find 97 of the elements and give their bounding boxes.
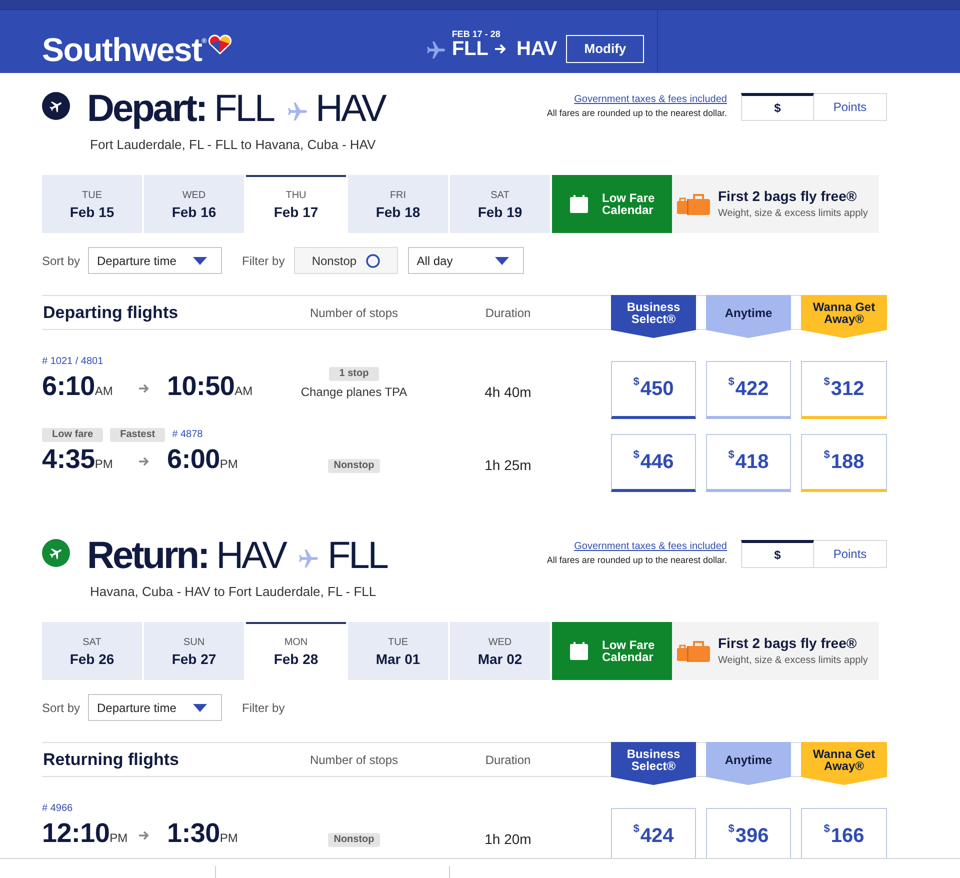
duration-text: 4h 40m bbox=[484, 384, 532, 400]
filter-label: Filter by bbox=[242, 254, 285, 268]
column-header: Number of stops bbox=[310, 306, 398, 320]
fees-link[interactable]: Government taxes & fees included bbox=[574, 540, 727, 553]
fare-button[interactable]: $422 bbox=[706, 361, 791, 419]
fare-button[interactable]: $450 bbox=[611, 361, 696, 419]
suitcase-icon bbox=[677, 193, 710, 215]
fees-link[interactable]: Government taxes & fees included bbox=[574, 93, 727, 106]
date-tab[interactable]: WED Feb 16 bbox=[144, 175, 244, 233]
route-description: Fort Lauderdale, FL - FLL to Havana, Cuba - HAV bbox=[90, 137, 377, 153]
sort-dropdown[interactable]: Departure time bbox=[88, 247, 222, 274]
fare-button[interactable]: $166 bbox=[801, 808, 887, 858]
departure-time: 6:10AM bbox=[42, 370, 113, 402]
heart-logo-icon bbox=[208, 34, 232, 55]
flight-tag: Low fare bbox=[42, 428, 104, 442]
arrival-time: 6:00PM bbox=[167, 444, 238, 476]
stops-tag: Nonstop bbox=[328, 459, 380, 473]
brand-logo[interactable]: Southwest$^{®}$ bbox=[42, 24, 207, 68]
sort-label: Sort by bbox=[42, 700, 80, 714]
low-fare-calendar-button[interactable]: Low Fare Calendar bbox=[552, 622, 672, 680]
connection-text: Change planes TPA bbox=[300, 385, 408, 400]
column-header: Number of stops bbox=[310, 752, 398, 766]
time-of-day-dropdown[interactable]: All day bbox=[408, 247, 524, 274]
fees-note: All fares are rounded up to the nearest dollar. bbox=[546, 554, 727, 566]
fare-class-header: Anytime bbox=[706, 295, 791, 338]
promo-title: First 2 bags fly free® bbox=[718, 188, 858, 205]
origin-code: FLL bbox=[214, 87, 274, 131]
arrival-time: 1:30PM bbox=[167, 818, 238, 850]
fare-button[interactable]: $418 bbox=[706, 434, 791, 492]
sort-dropdown[interactable]: Departure time bbox=[88, 694, 222, 721]
fees-note: All fares are rounded up to the nearest dollar. bbox=[546, 107, 727, 119]
currency-tab[interactable]: $ bbox=[741, 93, 814, 121]
destination-code: HAV bbox=[316, 87, 385, 131]
date-tab[interactable]: TUE Mar 01 bbox=[348, 622, 448, 680]
duration-text: 1h 25m bbox=[484, 457, 532, 473]
plane-icon bbox=[426, 40, 445, 58]
column-header: Duration bbox=[485, 306, 531, 320]
suitcase-icon bbox=[677, 640, 710, 662]
fare-class-header: Wanna Get Away® bbox=[801, 295, 887, 338]
date-tab[interactable]: SAT Feb 26 bbox=[42, 622, 142, 680]
arrow-icon bbox=[139, 456, 149, 466]
promo-note: Weight, size & excess limits apply bbox=[718, 207, 868, 220]
destination-code: FLL bbox=[327, 534, 387, 578]
fare-button[interactable]: $312 bbox=[801, 361, 887, 419]
modify-button[interactable]: Modify bbox=[566, 34, 644, 62]
caret-icon bbox=[193, 704, 208, 712]
stops-tag: 1 stop bbox=[329, 367, 379, 381]
calendar-icon bbox=[569, 194, 589, 214]
currency-tab[interactable]: Points bbox=[814, 93, 887, 121]
fare-class-header: Business Select® bbox=[611, 295, 696, 338]
trip-dates: FEB 17 - 28 bbox=[452, 28, 502, 38]
date-tab[interactable]: TUE Feb 15 bbox=[42, 175, 142, 233]
flight-tag: Fastest bbox=[110, 428, 166, 442]
fare-button[interactable]: $396 bbox=[706, 808, 791, 858]
arrow-icon bbox=[139, 830, 149, 840]
promo-note: Weight, size & excess limits apply bbox=[718, 654, 868, 667]
caret-icon bbox=[494, 256, 509, 264]
nonstop-filter-button[interactable]: Nonstop bbox=[294, 247, 398, 274]
flight-number[interactable]: # 1021 / 4801 bbox=[42, 355, 104, 368]
arrival-time: 10:50AM bbox=[167, 370, 253, 402]
duration-text: 1h 20m bbox=[484, 831, 532, 847]
currency-tab[interactable]: Points bbox=[814, 540, 887, 568]
bound-title: Depart: bbox=[87, 87, 206, 131]
flights-heading: Departing flights bbox=[43, 302, 178, 322]
departure-time: 12:10PM bbox=[42, 818, 128, 850]
departure-time: 4:35PM bbox=[42, 444, 113, 476]
fare-class-header: Wanna Get Away® bbox=[801, 742, 887, 785]
fare-button[interactable]: $424 bbox=[611, 808, 696, 858]
plane-icon bbox=[299, 549, 318, 568]
currency-tab[interactable]: $ bbox=[741, 540, 814, 568]
column-header: Duration bbox=[485, 752, 531, 766]
caret-icon bbox=[193, 256, 208, 264]
fare-class-header: Business Select® bbox=[611, 742, 696, 785]
date-tab[interactable]: SUN Feb 27 bbox=[144, 622, 244, 680]
plane-icon bbox=[288, 102, 307, 121]
route-description: Havana, Cuba - HAV to Fort Lauderdale, FL - FLL bbox=[90, 584, 378, 600]
bound-title: Return: bbox=[87, 534, 208, 578]
low-fare-calendar-button[interactable]: Low Fare Calendar bbox=[552, 175, 672, 233]
arrow-icon bbox=[139, 384, 149, 392]
flights-heading: Returning flights bbox=[43, 750, 179, 770]
date-tab[interactable]: SAT Feb 19 bbox=[450, 175, 550, 233]
arrow-icon bbox=[495, 44, 506, 54]
sort-label: Sort by bbox=[42, 254, 80, 268]
date-tab[interactable]: FRI Feb 18 bbox=[348, 175, 448, 233]
stops-tag: Nonstop bbox=[328, 833, 380, 847]
flight-number[interactable]: # 4966 bbox=[42, 802, 73, 815]
promo-title: First 2 bags fly free® bbox=[718, 635, 858, 652]
filter-label: Filter by bbox=[242, 700, 285, 714]
fare-class-header: Anytime bbox=[706, 742, 791, 785]
flight-number[interactable]: # 4878 bbox=[172, 428, 203, 441]
fare-button[interactable]: $188 bbox=[801, 434, 887, 492]
origin-code: FLL bbox=[452, 38, 488, 58]
origin-code: HAV bbox=[216, 534, 286, 578]
destination-code: HAV bbox=[516, 38, 558, 58]
fare-button[interactable]: $446 bbox=[611, 434, 696, 492]
date-tab[interactable]: WED Mar 02 bbox=[450, 622, 550, 680]
calendar-icon bbox=[569, 641, 589, 661]
